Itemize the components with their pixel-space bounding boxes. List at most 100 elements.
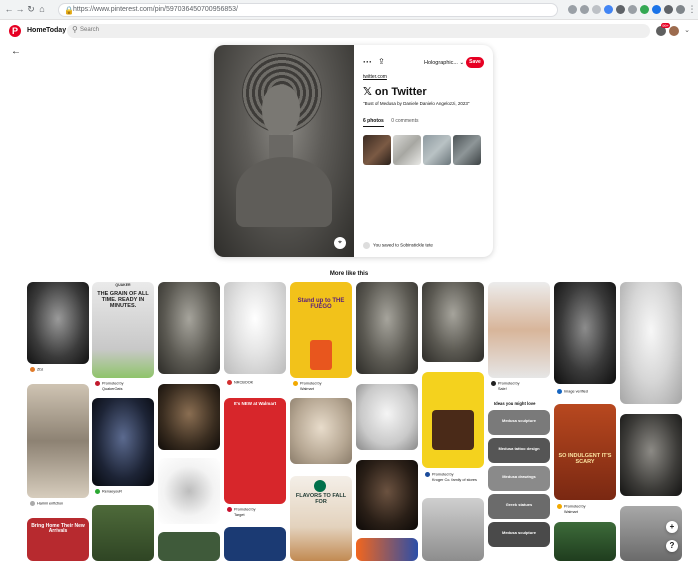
idea-chip[interactable]: Medusa drawings [488,466,550,491]
pin-tile[interactable] [92,398,154,486]
pin-tile[interactable] [356,384,418,450]
notification-badge: 99+ [661,23,670,28]
avatar [293,381,298,386]
back-arrow-icon[interactable]: ← [11,46,21,57]
menu-icon[interactable]: ⋮ [687,4,697,14]
pin-tile[interactable] [620,414,682,496]
bookmark-star-icon[interactable] [592,5,601,14]
pin-caption-name: Walmart [564,510,578,514]
pin-tile[interactable] [422,282,484,362]
pin-tile[interactable] [620,282,682,404]
pin-caption-name: Walmart [300,387,314,391]
starbucks-logo-icon [314,480,326,492]
pin-tile-indulgent[interactable]: SO INDULGENT IT'S SCARY [554,404,616,500]
board-selector[interactable]: Holographic... ⌄ [424,60,464,66]
pin-tile-fuego[interactable]: Stand up to THE FUEGO [290,282,352,378]
avatar [557,504,562,509]
pin-tile-kroger[interactable] [422,372,484,468]
pin-title: 𝕏 on Twitter [363,86,427,98]
search-input[interactable]: ⚲ Search [67,24,650,38]
create-plus-button[interactable]: + [666,521,678,533]
thumbnail[interactable] [393,135,421,165]
nav-home[interactable]: Home [27,27,46,34]
thumbnail[interactable] [363,135,391,165]
avatar [227,380,232,385]
pin-tile[interactable] [356,282,418,374]
share-icon[interactable]: ⇪ [378,57,385,66]
extension-icon[interactable] [604,5,613,14]
notifications-icon[interactable]: 99+ [656,23,670,36]
home-icon[interactable]: ⌂ [37,4,47,14]
pin-tile-starbucks[interactable]: FLAVORS TO FALL FOR [290,476,352,561]
visual-search-icon[interactable]: ⌖ [334,237,346,249]
idea-chip[interactable]: Medusa tattoo design [488,438,550,463]
extension-icon[interactable] [640,5,649,14]
product-bag [310,340,332,370]
nav-today[interactable]: Today [46,27,66,34]
thumbnail[interactable] [423,135,451,165]
pin-tile[interactable] [554,522,616,561]
pin-caption: Zbz [30,367,43,372]
pin-tile[interactable] [224,282,286,374]
pin-tile[interactable] [158,458,220,524]
extension-icon[interactable] [664,5,673,14]
forward-icon[interactable]: → [15,4,25,14]
more-options-icon[interactable]: ··· [363,57,372,67]
search-icon: ⚲ [72,25,78,34]
avatar [425,472,430,477]
pin-caption: Promoted by [95,381,124,386]
extension-icon[interactable] [568,5,577,14]
extension-icon[interactable] [652,5,661,14]
pin-caption-name: Sale! [498,387,507,391]
pin-tile[interactable] [224,527,286,561]
pin-tile[interactable] [422,498,484,561]
pin-tile[interactable] [554,282,616,384]
product-image [432,410,474,450]
pin-tile[interactable] [92,505,154,561]
pin-tile[interactable] [158,532,220,561]
pin-tile[interactable]: Bring Home Their New Arrivals [27,518,89,561]
pin-caption: Promoted by [425,472,454,477]
profile-avatar[interactable] [676,5,685,14]
pin-caption: Promoted by [293,381,322,386]
user-avatar[interactable] [669,26,679,36]
reload-icon[interactable]: ↻ [26,4,36,14]
chevron-down-icon[interactable]: ⌄ [682,26,692,36]
idea-chip[interactable]: Medusa sculpture [488,410,550,435]
brand-name: QUAKER [115,283,131,287]
pin-tile[interactable] [27,282,89,364]
pin-tile[interactable] [158,282,220,374]
pin-caption: RenaeyouR [95,489,122,494]
saved-to-board: You saved to Sobinstickle tete [363,242,433,249]
pin-image-medusa[interactable]: ⌖ [214,45,354,257]
pin-caption: Promoted by [557,504,586,509]
pin-tile[interactable] [27,384,89,498]
pin-tile[interactable] [158,384,220,450]
pin-tile[interactable] [620,506,682,561]
pin-tile[interactable] [290,398,352,464]
extension-icon[interactable] [616,5,625,14]
pin-tile-walmart[interactable]: It's NEW at Walmart [224,398,286,504]
avatar [30,367,35,372]
idea-chip[interactable]: Greek statues [488,494,550,519]
extension-icon[interactable] [628,5,637,14]
back-icon[interactable]: ← [4,4,14,14]
pin-caption: NRCBOOK [227,380,253,385]
pinterest-logo[interactable]: P [9,25,21,37]
thumbnail[interactable] [453,135,481,165]
tab-photos[interactable]: 6 photos [363,118,384,127]
pin-caption-name: Target [234,513,245,517]
pin-tile-quaker[interactable]: QUAKER THE GRAIN OF ALL TIME. READY IN M… [92,282,154,378]
avatar [491,381,496,386]
pin-tile[interactable] [488,282,550,378]
more-like-this-heading: More like this [329,271,369,277]
idea-chip[interactable]: Medusa sculpture [488,522,550,547]
save-button[interactable]: Save [466,57,484,68]
source-link[interactable]: twitter.com [363,74,387,80]
extension-icon[interactable] [580,5,589,14]
tab-comments[interactable]: 0 comments [391,118,418,126]
pin-tile[interactable] [356,460,418,530]
address-bar[interactable]: 🔒 https://www.pinterest.com/pin/59703645… [58,3,558,17]
pin-tile[interactable] [356,538,418,561]
help-button[interactable]: ? [666,540,678,552]
